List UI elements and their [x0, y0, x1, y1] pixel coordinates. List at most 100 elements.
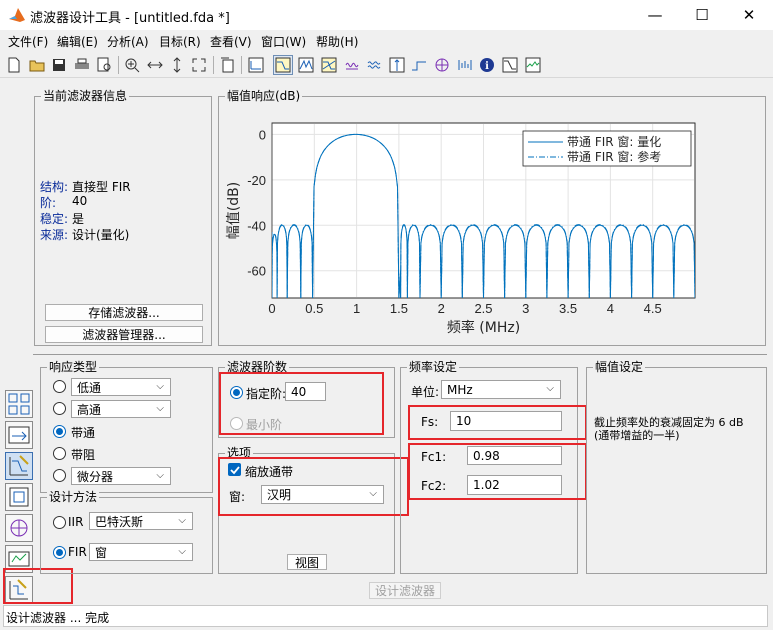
highlight-box — [218, 457, 409, 516]
zoom-in-icon[interactable] — [122, 55, 142, 75]
legend-entry: 带通 FIR 窗: 参考 — [567, 149, 661, 164]
svg-text:i: i — [485, 61, 489, 72]
order-label: 阶: — [40, 196, 57, 210]
full-view-icon[interactable] — [189, 55, 209, 75]
fir-method-combo[interactable]: 窗 ⌵ — [89, 543, 193, 561]
view-button[interactable]: 视图 — [287, 554, 327, 570]
menu-bar: 文件(F) 编辑(E) 分析(A) 目标(R) 查看(V) 窗口(W) 帮助(H… — [0, 30, 773, 51]
sidebar-transform-icon[interactable] — [5, 421, 33, 449]
x-axis-label: 频率 (MHz) — [447, 319, 520, 336]
menu-edit[interactable]: 编辑(E) — [57, 33, 98, 50]
status-text: 设计滤波器 ... 完成 — [6, 611, 110, 625]
phase-response-icon[interactable] — [296, 55, 316, 75]
round-off-noise-icon[interactable] — [523, 55, 543, 75]
panel-title: 幅值响应(dB) — [225, 89, 303, 103]
fir-label[interactable]: FIR — [68, 545, 87, 559]
magnitude-response-icon[interactable] — [273, 55, 293, 75]
filter-manager-button[interactable]: 滤波器管理器... — [45, 326, 203, 343]
new-file-icon[interactable] — [4, 55, 24, 75]
response-type-panel: 响应类型 低通 ⌵ 高通 ⌵ 带通 带阻 微分器 ⌵ — [40, 360, 213, 493]
print-icon[interactable] — [72, 55, 92, 75]
menu-analysis[interactable]: 分析(A) — [107, 33, 149, 50]
bandstop-radio[interactable] — [53, 447, 66, 460]
store-filter-button[interactable]: 存储滤波器... — [45, 304, 203, 321]
differentiator-combo[interactable]: 微分器 ⌵ — [71, 467, 171, 485]
combo-value: 高通 — [77, 402, 102, 417]
menu-window[interactable]: 窗口(W) — [261, 33, 306, 50]
magnitude-spec-panel: 幅值设定 截止频率处的衰减固定为 6 dB (通带增益的一半) — [586, 360, 767, 574]
chevron-down-icon: ⌵ — [178, 515, 186, 526]
panel-title: 幅值设定 — [593, 360, 646, 374]
lowpass-combo[interactable]: 低通 ⌵ — [71, 378, 171, 396]
menu-targets[interactable]: 目标(R) — [159, 33, 201, 50]
panel-title: 设计方法 — [47, 490, 100, 504]
x-tick-label: 0 — [268, 301, 275, 316]
chevron-down-icon: ⌵ — [156, 403, 164, 414]
combo-value: 巴特沃斯 — [95, 514, 144, 529]
sidebar-pole-zero-editor-icon[interactable] — [5, 390, 33, 418]
bandpass-radio[interactable] — [53, 425, 66, 438]
magnitude-estimate-icon[interactable] — [500, 55, 520, 75]
highpass-combo[interactable]: 高通 ⌵ — [71, 400, 171, 418]
close-button[interactable]: ✕ — [726, 0, 772, 30]
iir-radio[interactable] — [53, 516, 66, 529]
current-filter-info-panel: 当前滤波器信息 结构: 直接型 FIR 阶: 40 稳定: 是 来源: 设计(量… — [34, 89, 212, 346]
legend-entry: 带通 FIR 窗: 量化 — [567, 135, 661, 149]
impulse-response-icon[interactable] — [387, 55, 407, 75]
sidebar-multirate-icon[interactable] — [5, 514, 33, 542]
highpass-radio[interactable] — [53, 402, 66, 415]
sidebar-import-filter-icon[interactable] — [5, 483, 33, 511]
combo-value: 微分器 — [77, 469, 114, 484]
x-tick-label: 2.5 — [474, 301, 492, 316]
bandstop-label[interactable]: 带阻 — [71, 446, 95, 463]
print-preview-icon[interactable] — [94, 55, 114, 75]
toolbar-separator — [241, 56, 242, 74]
stable-label: 稳定: — [40, 212, 69, 226]
filter-spec-icon[interactable] — [246, 55, 266, 75]
step-response-icon[interactable] — [409, 55, 429, 75]
maximize-button[interactable]: ☐ — [679, 0, 725, 30]
units-combo[interactable]: MHz ⌵ — [441, 380, 561, 399]
menu-file[interactable]: 文件(F) — [8, 33, 48, 50]
save-icon[interactable] — [49, 55, 69, 75]
highlight-box — [408, 405, 587, 440]
mag-phase-icon[interactable] — [319, 55, 339, 75]
chevron-down-icon: ⌵ — [178, 546, 186, 557]
menu-help[interactable]: 帮助(H) — [316, 33, 358, 50]
toolbar: i — [0, 52, 773, 78]
minimize-button[interactable]: — — [632, 0, 678, 30]
panel-title: 当前滤波器信息 — [41, 89, 130, 103]
source-value: 设计(量化) — [72, 228, 130, 242]
new-filter-icon[interactable] — [218, 55, 238, 75]
highlight-box — [408, 443, 587, 500]
magnitude-response-chart[interactable]: 0 0.5 1 1.5 2 2.5 3 3.5 4 4.5 0 -20 -40 -60 频率 (MHz) 幅值… — [219, 104, 765, 345]
y-tick-label: -60 — [247, 264, 266, 279]
stable-value: 是 — [72, 212, 85, 226]
filter-coefficients-icon[interactable] — [455, 55, 475, 75]
differentiator-radio[interactable] — [53, 469, 66, 482]
x-tick-label: 2 — [438, 301, 445, 316]
sidebar-design-filter-icon[interactable] — [5, 452, 33, 480]
filter-info-icon[interactable]: i — [477, 55, 497, 75]
menu-view[interactable]: 查看(V) — [210, 33, 252, 50]
x-tick-label: 4 — [607, 301, 614, 316]
combo-value: MHz — [447, 382, 473, 397]
units-label: 单位: — [411, 385, 440, 399]
x-tick-label: 3 — [522, 301, 529, 316]
pole-zero-icon[interactable] — [432, 55, 452, 75]
lowpass-radio[interactable] — [53, 380, 66, 393]
group-delay-icon[interactable] — [342, 55, 362, 75]
chevron-down-icon: ⌵ — [546, 383, 554, 394]
matlab-logo-icon — [9, 8, 25, 22]
fir-radio[interactable] — [53, 546, 66, 559]
design-filter-button[interactable]: 设计滤波器 — [369, 582, 441, 599]
phase-delay-icon[interactable] — [364, 55, 384, 75]
bandpass-label[interactable]: 带通 — [71, 424, 95, 441]
iir-label[interactable]: IIR — [68, 515, 83, 529]
highlight-box — [219, 372, 384, 435]
zoom-x-icon[interactable] — [145, 55, 165, 75]
iir-method-combo[interactable]: 巴特沃斯 ⌵ — [89, 512, 193, 530]
zoom-y-icon[interactable] — [167, 55, 187, 75]
open-folder-icon[interactable] — [27, 55, 47, 75]
divider — [33, 354, 767, 355]
